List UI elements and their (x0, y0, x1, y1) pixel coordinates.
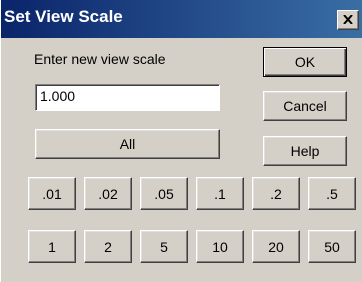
scale-preset-10-button[interactable]: 10 (196, 230, 244, 263)
cancel-button[interactable]: Cancel (263, 91, 347, 121)
scale-preset-5-button[interactable]: 5 (140, 230, 188, 263)
scale-prompt-label: Enter new view scale (34, 51, 166, 67)
scale-preset-50-button[interactable]: 50 (308, 230, 356, 263)
dialog-title: Set View Scale (4, 7, 123, 26)
all-button[interactable]: All (35, 129, 220, 159)
scale-preset-0-1-button[interactable]: .1 (196, 177, 244, 210)
set-view-scale-dialog: Set View Scale Enter new view scale OK 1… (0, 0, 362, 282)
scale-preset-0-5-button[interactable]: .5 (308, 177, 356, 210)
scale-preset-20-button[interactable]: 20 (252, 230, 300, 263)
title-bar[interactable]: Set View Scale (1, 0, 362, 38)
help-button[interactable]: Help (263, 136, 347, 166)
scale-preset-0-2-button[interactable]: .2 (252, 177, 300, 210)
ok-button[interactable]: OK (263, 47, 347, 77)
scale-preset-0-01-button[interactable]: .01 (28, 177, 76, 210)
scale-preset-0-05-button[interactable]: .05 (140, 177, 188, 210)
scale-preset-2-button[interactable]: 2 (84, 230, 132, 263)
scale-input[interactable]: 1.000 (35, 84, 220, 111)
scale-preset-1-button[interactable]: 1 (28, 230, 76, 263)
scale-preset-0-02-button[interactable]: .02 (84, 177, 132, 210)
close-button[interactable] (337, 10, 359, 30)
close-icon (343, 11, 353, 29)
